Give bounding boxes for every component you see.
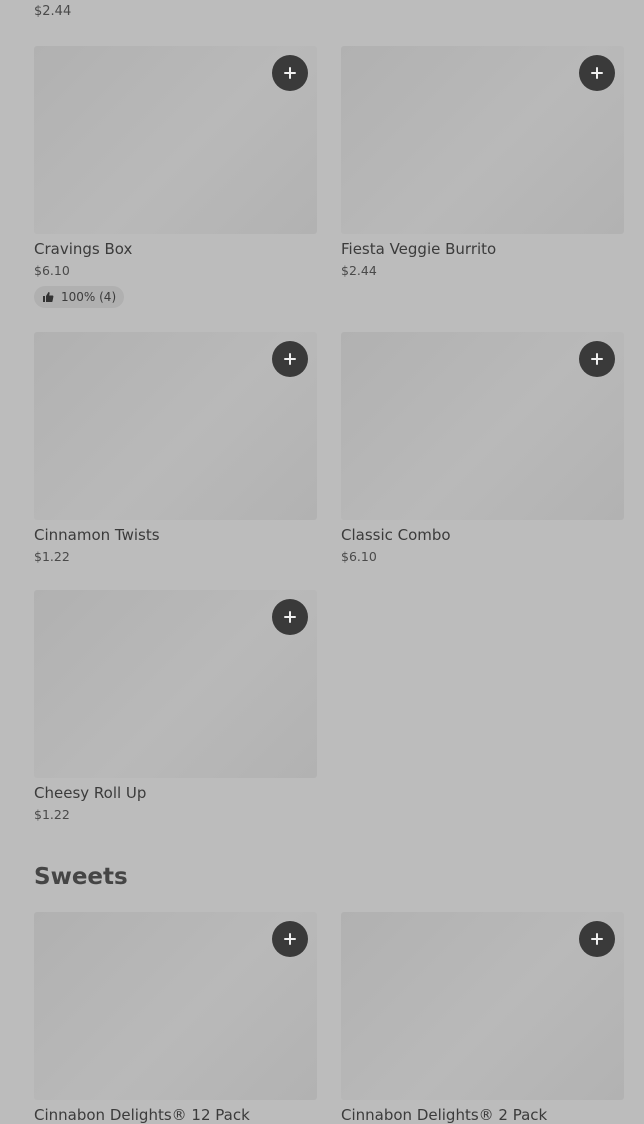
plus-icon [284, 933, 296, 945]
add-to-cart-button[interactable] [272, 341, 308, 377]
rating-badge: 100% (4) [34, 286, 125, 308]
add-to-cart-button[interactable] [579, 341, 615, 377]
plus-icon [284, 611, 296, 623]
section-title-sweets: Sweets [34, 864, 128, 890]
item-image[interactable] [341, 912, 624, 1100]
item-name[interactable]: Fiesta Veggie Burrito [341, 240, 624, 258]
item-name[interactable]: Classic Combo [341, 526, 624, 544]
menu-item-card[interactable]: Cravings Box $6.10 100% (4) [34, 46, 317, 308]
item-image[interactable] [341, 46, 624, 234]
item-name[interactable]: Cheesy Roll Up [34, 784, 317, 802]
plus-icon [591, 933, 603, 945]
add-to-cart-button[interactable] [272, 55, 308, 91]
item-name[interactable]: Cinnabon Delights® 2 Pack [341, 1106, 624, 1124]
item-image[interactable] [34, 912, 317, 1100]
item-price: $6.10 [34, 263, 70, 278]
menu-item-card[interactable]: Cinnamon Twists $1.22 [34, 332, 317, 564]
menu-item-card[interactable]: Cinnabon Delights® 2 Pack [341, 912, 624, 1124]
item-name[interactable]: Cinnabon Delights® 12 Pack [34, 1106, 317, 1124]
item-image[interactable] [34, 590, 317, 778]
item-image[interactable] [341, 332, 624, 520]
plus-icon [591, 67, 603, 79]
add-to-cart-button[interactable] [272, 599, 308, 635]
menu-item-card[interactable]: Cheesy Roll Up $1.22 [34, 590, 317, 822]
plus-icon [591, 353, 603, 365]
item-price: $6.10 [341, 549, 377, 564]
item-price: $2.44 [34, 4, 72, 19]
item-image[interactable] [34, 46, 317, 234]
thumbs-up-icon [43, 292, 54, 302]
plus-icon [284, 67, 296, 79]
menu-item-card[interactable]: Fiesta Veggie Burrito $2.44 [341, 46, 624, 278]
add-to-cart-button[interactable] [579, 55, 615, 91]
item-price: $1.22 [34, 549, 70, 564]
add-to-cart-button[interactable] [272, 921, 308, 957]
menu-item-card[interactable]: Classic Combo $6.10 [341, 332, 624, 564]
rating-text: 100% (4) [61, 290, 117, 304]
item-name[interactable]: Cravings Box [34, 240, 317, 258]
add-to-cart-button[interactable] [579, 921, 615, 957]
item-name[interactable]: Cinnamon Twists [34, 526, 317, 544]
item-price: $1.22 [34, 807, 70, 822]
plus-icon [284, 353, 296, 365]
item-price: $2.44 [341, 263, 377, 278]
item-image[interactable] [34, 332, 317, 520]
menu-item-card[interactable]: Cinnabon Delights® 12 Pack [34, 912, 317, 1124]
